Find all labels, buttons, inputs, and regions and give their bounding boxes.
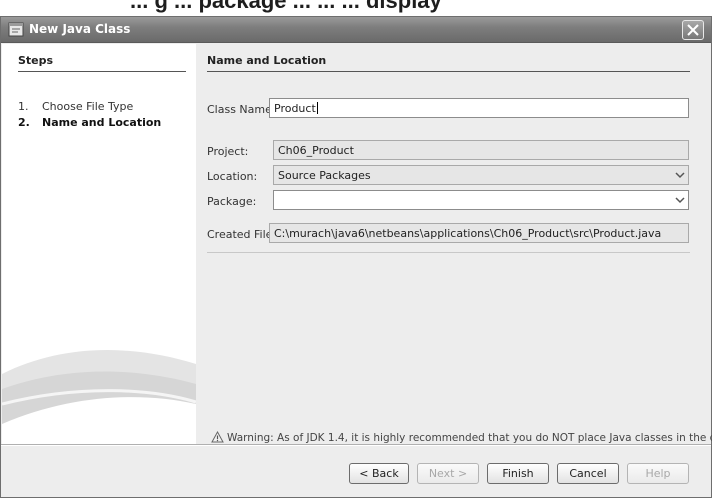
created-file-label: Created File: — [207, 228, 277, 241]
step-number: 1. — [18, 100, 29, 113]
text-caret — [316, 102, 318, 114]
chevron-down-icon[interactable] — [674, 194, 686, 206]
step-choose-file-type: 1. Choose File Type — [18, 100, 133, 113]
class-name-input[interactable]: Product — [269, 98, 689, 118]
close-icon — [687, 24, 699, 36]
class-name-label: Class Name: — [207, 103, 276, 116]
package-label: Package: — [207, 195, 257, 208]
location-label: Location: — [207, 170, 258, 183]
created-file-value: C:\murach\java6\netbeans\applications\Ch… — [274, 227, 662, 240]
chevron-down-icon[interactable] — [674, 169, 686, 181]
project-label: Project: — [207, 145, 249, 158]
window-title: New Java Class — [29, 22, 131, 36]
project-field: Ch06_Product — [273, 140, 689, 160]
help-button[interactable]: Help — [627, 463, 689, 484]
name-and-location-panel: Name and Location Class Name: Product Pr… — [197, 44, 712, 444]
created-file-field: C:\murach\java6\netbeans\applications\Ch… — [269, 223, 689, 243]
back-button[interactable]: < Back — [349, 463, 409, 484]
class-name-value: Product — [274, 102, 316, 115]
steps-panel: Steps 1. Choose File Type 2. Name and Loca… — [2, 44, 196, 444]
warning-icon — [211, 430, 224, 443]
finish-button[interactable]: Finish — [487, 463, 549, 484]
steps-divider — [18, 71, 186, 72]
new-java-class-dialog: New Java Class Steps 1. Choose File Type … — [0, 16, 712, 498]
section-divider — [207, 71, 690, 72]
cancel-button[interactable]: Cancel — [557, 463, 619, 484]
caption-text: ... g ... package ... ... ... display — [130, 0, 442, 13]
close-button[interactable] — [682, 20, 704, 40]
title-bar[interactable]: New Java Class — [1, 17, 711, 43]
step-label: Name and Location — [42, 116, 162, 129]
footer-divider-highlight — [1, 445, 711, 446]
window-icon — [8, 22, 24, 37]
step-name-and-location: 2. Name and Location — [18, 116, 161, 129]
warning-text: Warning: As of JDK 1.4, it is highly rec… — [227, 432, 712, 444]
package-combo[interactable] — [273, 190, 689, 210]
content-divider — [207, 252, 690, 253]
section-title: Name and Location — [207, 54, 327, 67]
location-combo[interactable]: Source Packages — [273, 165, 689, 185]
partial-caption: ... g ... package ... ... ... display — [0, 0, 712, 16]
step-number: 2. — [18, 116, 30, 129]
step-label: Choose File Type — [42, 100, 134, 113]
project-value: Ch06_Product — [278, 144, 354, 157]
next-button[interactable]: Next > — [417, 463, 479, 484]
steps-title: Steps — [18, 54, 54, 67]
decorative-swoosh — [2, 350, 196, 424]
jdk-warning: Warning: As of JDK 1.4, it is highly rec… — [211, 430, 712, 444]
location-value: Source Packages — [278, 169, 371, 182]
